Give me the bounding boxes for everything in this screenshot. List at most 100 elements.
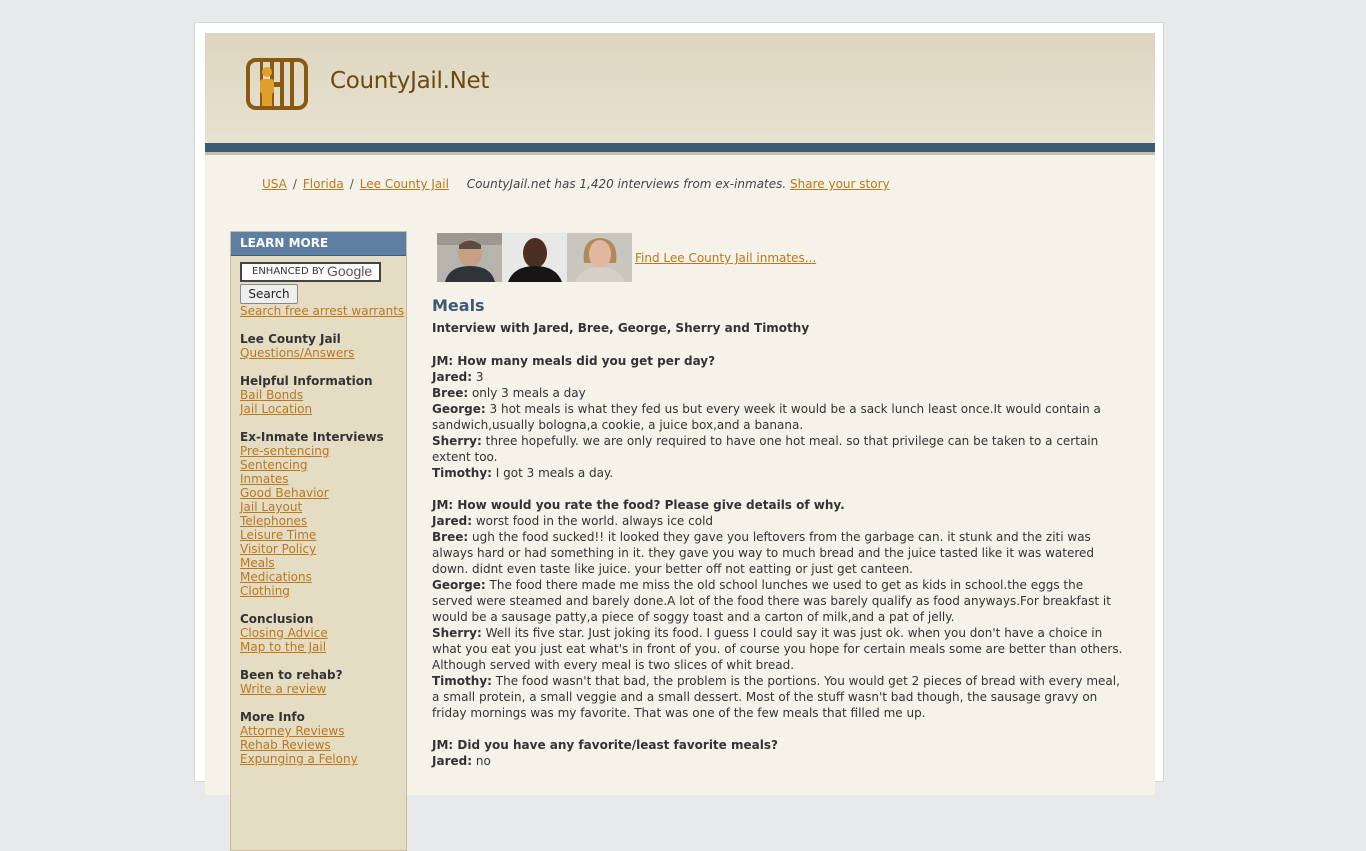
arrest-warrants-link[interactable]: Search free arrest warrants [240,304,406,318]
sidebar-link-attorney-reviews[interactable]: Attorney Reviews [240,724,406,738]
sidebar: LEARN MORE ENHANCED BY Google Search Sea… [230,231,407,851]
sidebar-header: LEARN MORE [231,232,406,256]
sidebar-group-rehab: Been to rehab? Write a review [240,668,406,696]
sidebar-link-bail-bonds[interactable]: Bail Bonds [240,388,406,402]
answer-speaker: Timothy: [432,674,492,688]
sidebar-link-sentencing[interactable]: Sentencing [240,458,406,472]
question: JM: How would you rate the food? Please … [432,498,845,512]
answer: Timothy: The food wasn't that bad, the p… [432,673,1127,721]
answer-speaker: Timothy: [432,466,492,480]
question: JM: Did you have any favorite/least favo… [432,738,778,752]
inmate-photo[interactable] [502,233,567,282]
sidebar-link-medications[interactable]: Medications [240,570,406,584]
answer-text: The food wasn't that bad, the problem is… [432,674,1120,720]
sidebar-group-conclusion: Conclusion Closing Advice Map to the Jai… [240,612,406,654]
sidebar-link-expunging-felony[interactable]: Expunging a Felony [240,752,406,766]
sidebar-heading: More Info [240,710,305,724]
google-logo: Google [327,263,373,279]
answer-text: I got 3 meals a day. [495,466,614,480]
sidebar-group-helpful-info: Helpful Information Bail Bonds Jail Loca… [240,374,406,416]
answer-speaker: George: [432,402,486,416]
answer-speaker: Sherry: [432,434,482,448]
sidebar-heading: Ex-Inmate Interviews [240,430,384,444]
sidebar-heading: Lee County Jail [240,332,341,346]
sidebar-group-interviews: Ex-Inmate Interviews Pre-sentencing Sent… [240,430,406,598]
site-header: CountyJail.Net [205,33,1155,143]
answer: Bree: ugh the food sucked!! it looked th… [432,529,1127,577]
main-content: Find Lee County Jail inmates... Meals In… [432,233,1132,768]
sidebar-heading: Conclusion [240,612,314,626]
answer-text: ugh the food sucked!! it looked they gav… [432,530,1095,576]
answer-text: worst food in the world. always ice cold [475,514,714,528]
jail-logo-icon[interactable] [246,58,308,110]
answer-speaker: Jared: [432,514,473,528]
search-button[interactable]: Search [240,284,298,304]
interview-count-text: CountyJail.net has 1,420 interviews from… [466,177,787,191]
answer-speaker: Sherry: [432,626,482,640]
interview-subtitle: Interview with Jared, Bree, George, Sher… [432,321,810,335]
interview-qa: JM: How many meals did you get per day? … [432,353,1127,769]
sidebar-link-clothing[interactable]: Clothing [240,584,406,598]
sidebar-link-good-behavior[interactable]: Good Behavior [240,486,406,500]
header-divider [205,143,1155,152]
interview-count-note: CountyJail.net has 1,420 interviews from… [467,177,890,191]
sidebar-heading: Been to rehab? [240,668,343,682]
answer: Sherry: Well its five star. Just joking … [432,625,1127,673]
inmate-photo[interactable] [567,233,632,282]
answer-text: 3 hot meals is what they fed us but ever… [432,402,1101,432]
answer-text: only 3 meals a day [471,386,586,400]
answer-text: 3 [475,370,484,384]
question: JM: How many meals did you get per day? [432,354,716,368]
answer: Sherry: three hopefully. we are only req… [432,433,1127,465]
answer: Timothy: I got 3 meals a day. [432,465,1127,481]
sidebar-link-closing-advice[interactable]: Closing Advice [240,626,406,640]
sidebar-group-more-info: More Info Attorney Reviews Rehab Reviews… [240,710,406,766]
answer: Bree: only 3 meals a day [432,385,1127,401]
sidebar-link-questions-answers[interactable]: Questions/Answers [240,346,406,360]
sidebar-link-jail-layout[interactable]: Jail Layout [240,500,406,514]
breadcrumb-separator: / [292,177,297,191]
answer-text: three hopefully. we are only required to… [432,434,1099,464]
answer-speaker: Bree: [432,386,469,400]
sidebar-link-pre-sentencing[interactable]: Pre-sentencing [240,444,406,458]
sidebar-body: ENHANCED BY Google Search Search free ar… [231,256,406,766]
breadcrumb-florida[interactable]: Florida [303,177,344,191]
answer-speaker: Bree: [432,530,469,544]
answer: Jared: worst food in the world. always i… [432,513,1127,529]
share-story-link[interactable]: Share your story [790,177,890,191]
inmate-photos-row: Find Lee County Jail inmates... [432,233,1132,282]
page-title: Meals [432,296,485,315]
answer-text: no [475,754,491,768]
search-placeholder: ENHANCED BY [252,266,325,277]
page-container: CountyJail.Net USA / Florida / Lee County Ja… [194,22,1164,851]
answer-speaker: Jared: [432,754,473,768]
sidebar-heading: Helpful Information [240,374,373,388]
answer: Jared: 3 [432,369,1127,385]
site-title[interactable]: CountyJail.Net [330,68,489,94]
sidebar-link-map-to-jail[interactable]: Map to the Jail [240,640,406,654]
answer-speaker: Jared: [432,370,473,384]
breadcrumb: USA / Florida / Lee County Jail CountyJail.n… [262,177,890,191]
breadcrumb-separator: / [349,177,354,191]
sidebar-link-write-review[interactable]: Write a review [240,682,406,696]
sidebar-link-rehab-reviews[interactable]: Rehab Reviews [240,738,406,752]
find-inmates-link[interactable]: Find Lee County Jail inmates... [635,251,816,265]
answer-text: The food there made me miss the old scho… [432,578,1111,624]
answer-speaker: George: [432,578,486,592]
sidebar-link-inmates[interactable]: Inmates [240,472,406,486]
content-area: USA / Florida / Lee County Jail CountyJail.n… [205,155,1155,851]
sidebar-link-leisure-time[interactable]: Leisure Time [240,528,406,542]
sidebar-group-lee-county: Lee County Jail Questions/Answers [240,332,406,360]
answer: George: The food there made me miss the … [432,577,1127,625]
answer-text: Well its five star. Just joking its food… [432,626,1123,672]
breadcrumb-lee-county-jail[interactable]: Lee County Jail [360,177,449,191]
answer: Jared: no [432,753,1127,769]
sidebar-link-telephones[interactable]: Telephones [240,514,406,528]
sidebar-link-meals[interactable]: Meals [240,556,406,570]
sidebar-link-visitor-policy[interactable]: Visitor Policy [240,542,406,556]
answer: George: 3 hot meals is what they fed us … [432,401,1127,433]
breadcrumb-usa[interactable]: USA [262,177,287,191]
inmate-photo[interactable] [437,233,502,282]
sidebar-link-jail-location[interactable]: Jail Location [240,402,406,416]
search-input[interactable]: ENHANCED BY Google [240,262,381,282]
